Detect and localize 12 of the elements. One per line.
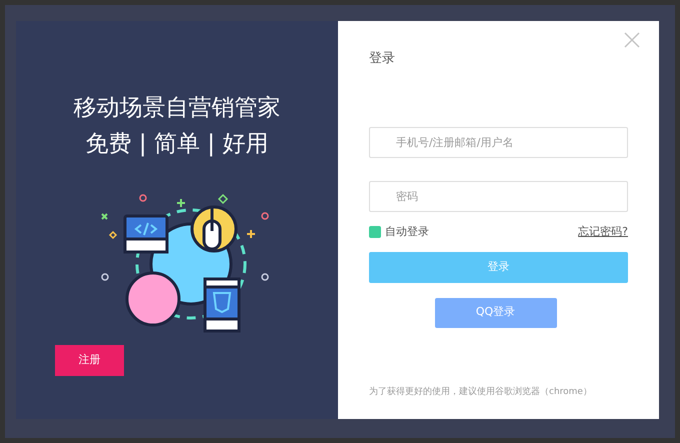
headline: 移动场景自营销管家 xyxy=(74,94,280,123)
auto-login-checkbox[interactable] xyxy=(369,226,381,238)
username-field[interactable]: 手机号/注册邮箱/用户名 xyxy=(369,127,628,158)
close-icon[interactable] xyxy=(624,32,640,48)
browser-note: 为了获得更好的使用，建议使用谷歌浏览器（chrome） xyxy=(369,386,593,398)
password-field[interactable]: 密码 xyxy=(369,181,628,212)
tagline: 免费 | 简单 | 好用 xyxy=(86,130,268,159)
login-title: 登录 xyxy=(369,50,396,68)
forgot-password-link[interactable]: 忘记密码? xyxy=(578,224,628,240)
qq-login-button[interactable]: QQ登录 xyxy=(434,298,556,328)
auto-login-label: 自动登录 xyxy=(385,224,429,240)
register-button[interactable]: 注册 xyxy=(55,345,124,376)
